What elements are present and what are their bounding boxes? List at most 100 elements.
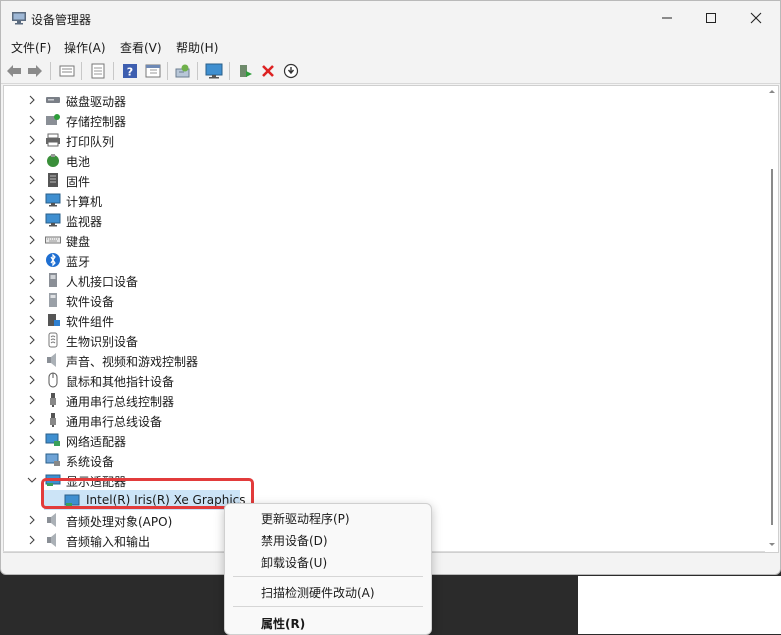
tree-node[interactable]: 存储控制器 bbox=[4, 110, 244, 130]
chevron-right-icon[interactable] bbox=[26, 454, 38, 466]
tree-node-label: 固件 bbox=[66, 175, 91, 189]
chevron-right-icon[interactable] bbox=[26, 274, 38, 286]
chevron-right-icon[interactable] bbox=[26, 234, 38, 246]
menu-view[interactable]: 查看(V) bbox=[120, 39, 162, 56]
tree-node[interactable]: 打印队列 bbox=[4, 130, 244, 150]
vertical-scrollbar[interactable] bbox=[766, 85, 778, 551]
speaker-icon bbox=[47, 353, 56, 367]
bluetooth-icon bbox=[46, 253, 60, 267]
audio-icon bbox=[47, 533, 56, 547]
chevron-right-icon[interactable] bbox=[26, 294, 38, 306]
chevron-right-icon[interactable] bbox=[26, 514, 38, 526]
tree-node[interactable]: 磁盘驱动器 bbox=[4, 90, 244, 110]
ctx-uninstall-device[interactable]: 卸载设备(U) bbox=[261, 554, 327, 571]
ctx-update-driver[interactable]: 更新驱动程序(P) bbox=[261, 510, 350, 527]
system-device-icon bbox=[45, 453, 60, 466]
tree-node[interactable]: 固件 bbox=[4, 170, 244, 190]
tree-node[interactable]: 鼠标和其他指针设备 bbox=[4, 370, 244, 390]
ctx-scan-hardware[interactable]: 扫描检测硬件改动(A) bbox=[261, 584, 375, 601]
view-button[interactable] bbox=[144, 62, 162, 80]
scrollbar-track bbox=[769, 90, 775, 546]
chevron-right-icon[interactable] bbox=[26, 374, 38, 386]
tree-node[interactable]: 键盘 bbox=[4, 230, 244, 250]
storage-controller-icon bbox=[46, 114, 60, 125]
menu-help[interactable]: 帮助(H) bbox=[176, 39, 218, 56]
properties-icon bbox=[59, 65, 75, 77]
tree-node[interactable]: 软件设备 bbox=[4, 290, 244, 310]
usb-icon bbox=[50, 413, 56, 427]
tree-node[interactable]: 人机接口设备 bbox=[4, 270, 244, 290]
chevron-right-icon[interactable] bbox=[26, 254, 38, 266]
properties-button[interactable] bbox=[58, 62, 76, 80]
mouse-icon bbox=[48, 372, 58, 388]
tree-node[interactable]: 监视器 bbox=[4, 210, 244, 230]
tree-node-label: 蓝牙 bbox=[66, 255, 91, 269]
chevron-right-icon[interactable] bbox=[26, 334, 38, 346]
hid-icon bbox=[49, 273, 57, 287]
tree-node[interactable]: 系统设备 bbox=[4, 450, 244, 470]
forward-button[interactable] bbox=[26, 62, 44, 80]
toolbar: ? bbox=[1, 59, 780, 84]
tree-node[interactable]: 网络适配器 bbox=[4, 430, 244, 450]
close-button[interactable] bbox=[733, 1, 779, 35]
tree-node-label: 电池 bbox=[66, 155, 91, 169]
ctx-properties[interactable]: 属性(R) bbox=[261, 615, 305, 632]
tree-node-label: 打印队列 bbox=[66, 135, 115, 149]
chevron-right-icon[interactable] bbox=[26, 94, 38, 106]
minimize-button[interactable] bbox=[644, 1, 690, 35]
chevron-right-icon[interactable] bbox=[26, 214, 38, 226]
tree-node[interactable]: 计算机 bbox=[4, 190, 244, 210]
maximize-button[interactable] bbox=[688, 1, 734, 35]
maximize-icon bbox=[706, 13, 716, 23]
monitor-button[interactable] bbox=[205, 62, 223, 80]
update-driver-button[interactable] bbox=[236, 62, 254, 80]
disable-button[interactable] bbox=[282, 62, 300, 80]
chevron-right-icon[interactable] bbox=[26, 154, 38, 166]
chevron-right-icon[interactable] bbox=[26, 534, 38, 546]
chevron-right-icon[interactable] bbox=[26, 434, 38, 446]
window-button[interactable] bbox=[89, 62, 107, 80]
toolbar-separator bbox=[197, 62, 198, 80]
window-title: 设备管理器 bbox=[31, 13, 92, 27]
back-button[interactable] bbox=[5, 62, 23, 80]
chevron-down-icon[interactable] bbox=[26, 474, 38, 486]
monitor-icon bbox=[45, 213, 61, 227]
chevron-right-icon[interactable] bbox=[26, 394, 38, 406]
tree-node[interactable]: 音频处理对象(APO) bbox=[4, 510, 244, 530]
update-driver-icon bbox=[240, 65, 252, 77]
tree-node[interactable]: 通用串行总线控制器 bbox=[4, 390, 244, 410]
ctx-disable-device[interactable]: 禁用设备(D) bbox=[261, 532, 328, 549]
tree-node-label: 音频输入和输出 bbox=[66, 535, 151, 549]
scan-hardware-button[interactable] bbox=[174, 62, 192, 80]
disable-download-icon bbox=[283, 63, 299, 79]
back-arrow-icon bbox=[7, 65, 21, 77]
chevron-right-icon[interactable] bbox=[26, 194, 38, 206]
chevron-right-icon[interactable] bbox=[26, 174, 38, 186]
firmware-icon bbox=[48, 173, 58, 187]
tree-node-label: 通用串行总线设备 bbox=[66, 415, 163, 429]
tree-node[interactable]: 通用串行总线设备 bbox=[4, 410, 244, 430]
uninstall-button[interactable] bbox=[259, 62, 277, 80]
chevron-right-icon[interactable] bbox=[26, 134, 38, 146]
tree-node[interactable]: 生物识别设备 bbox=[4, 330, 244, 350]
chevron-right-icon[interactable] bbox=[26, 114, 38, 126]
tree-node[interactable]: 声音、视频和游戏控制器 bbox=[4, 350, 244, 370]
toolbar-separator bbox=[50, 62, 51, 80]
tree-node-label: 音频处理对象(APO) bbox=[66, 515, 173, 529]
tree-node[interactable]: 音频输入和输出 bbox=[4, 530, 244, 550]
ctx-separator bbox=[233, 576, 423, 577]
menu-action[interactable]: 操作(A) bbox=[64, 39, 106, 56]
menu-file[interactable]: 文件(F) bbox=[11, 39, 51, 56]
tree-node[interactable]: 电池 bbox=[4, 150, 244, 170]
forward-arrow-icon bbox=[28, 65, 42, 77]
disk-drive-icon bbox=[46, 97, 60, 103]
chevron-right-icon[interactable] bbox=[26, 414, 38, 426]
title-bar: 设备管理器 bbox=[1, 1, 780, 35]
chevron-right-icon[interactable] bbox=[26, 354, 38, 366]
help-button[interactable]: ? bbox=[121, 62, 139, 80]
tree-node[interactable]: 蓝牙 bbox=[4, 250, 244, 270]
tree-node-label: 声音、视频和游戏控制器 bbox=[66, 355, 199, 369]
tree-node-label: 磁盘驱动器 bbox=[66, 95, 127, 109]
chevron-right-icon[interactable] bbox=[26, 314, 38, 326]
tree-node[interactable]: 软件组件 bbox=[4, 310, 244, 330]
